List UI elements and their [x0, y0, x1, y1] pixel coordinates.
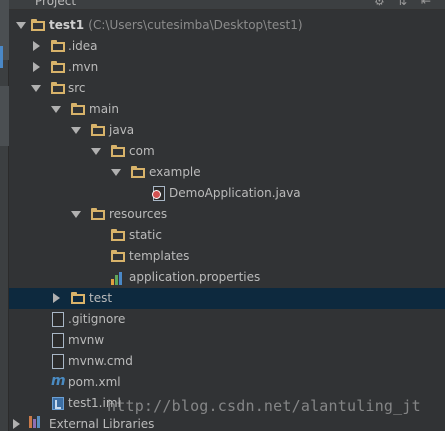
package-folder-icon [131, 166, 145, 178]
item-label: application.properties [129, 270, 261, 284]
collapse-arrow-icon[interactable] [33, 41, 40, 51]
text-file-icon [52, 333, 64, 348]
java-class-file-icon [152, 186, 165, 201]
tree-row-application-properties[interactable]: application.properties [9, 267, 445, 288]
folder-icon [51, 61, 65, 73]
expand-arrow-icon[interactable] [71, 211, 81, 218]
item-label: DemoApplication.java [169, 186, 301, 200]
tree-row-resources[interactable]: resources [9, 204, 445, 225]
tree-row-mvnw-cmd[interactable]: mvnw.cmd [9, 351, 445, 372]
tree-row-test[interactable]: test [9, 288, 445, 309]
tree-row-root[interactable]: test1 (C:\Users\cutesimba\Desktop\test1) [9, 15, 445, 36]
watermark-text: http://blog.csdn.net/alantuling_jt [107, 397, 421, 415]
properties-file-icon [111, 271, 125, 285]
expand-arrow-icon[interactable] [31, 85, 41, 92]
item-label: External Libraries [49, 417, 155, 431]
expand-arrow-icon[interactable] [16, 22, 26, 29]
tree-row-idea[interactable]: .idea [9, 36, 445, 57]
libraries-icon [29, 416, 43, 428]
panel-title[interactable]: Project [35, 0, 76, 8]
maven-icon: m [51, 373, 66, 389]
item-label: src [68, 81, 86, 95]
source-folder-icon [51, 82, 65, 94]
gear-settings-icon[interactable]: ⚙ [374, 0, 385, 8]
module-file-icon [52, 397, 64, 410]
item-label: resources [109, 207, 168, 221]
item-label: pom.xml [68, 375, 121, 389]
structure-tool-tab[interactable] [0, 86, 9, 146]
folder-icon [111, 229, 125, 241]
test-folder-icon [71, 292, 85, 304]
package-folder-icon [111, 145, 125, 157]
item-label: .idea [68, 39, 98, 53]
item-label: example [149, 165, 201, 179]
item-label: mvnw.cmd [68, 354, 133, 368]
tree-row-src[interactable]: src [9, 78, 445, 99]
tree-row-gitignore[interactable]: .gitignore [9, 309, 445, 330]
item-label: test [89, 291, 113, 305]
project-folder-icon [31, 19, 45, 31]
item-label: .mvn [68, 60, 99, 74]
tree-row-demoapplication[interactable]: DemoApplication.java [9, 183, 445, 204]
item-label: main [89, 102, 119, 116]
folder-icon [111, 250, 125, 262]
expand-arrow-icon[interactable] [71, 127, 81, 134]
expand-arrow-icon[interactable] [51, 106, 61, 113]
tree-row-mvn[interactable]: .mvn [9, 57, 445, 78]
item-label: com [129, 144, 155, 158]
root-label: test1 (C:\Users\cutesimba\Desktop\test1) [49, 18, 303, 32]
folder-icon [91, 124, 105, 136]
item-label: static [129, 228, 162, 242]
hide-icon[interactable]: ⇤ [421, 0, 431, 8]
text-file-icon [52, 354, 64, 369]
tree-row-main[interactable]: main [9, 99, 445, 120]
root-name: test1 [49, 18, 85, 32]
text-file-icon [52, 312, 64, 327]
root-path: (C:\Users\cutesimba\Desktop\test1) [88, 18, 303, 32]
item-label: .gitignore [68, 312, 126, 326]
folder-icon [51, 40, 65, 52]
tree-row-java[interactable]: java [9, 120, 445, 141]
resources-folder-icon [91, 208, 105, 220]
active-tab-marker [0, 46, 3, 68]
project-panel-header: Project ⚙ ⇅ ⇤ [9, 0, 445, 10]
tree-row-example[interactable]: example [9, 162, 445, 183]
expand-arrow-icon[interactable] [91, 148, 101, 155]
tree-row-static[interactable]: static [9, 225, 445, 246]
collapse-split-icon[interactable]: ⇅ [397, 0, 407, 8]
expand-arrow-icon[interactable] [111, 169, 121, 176]
item-label: templates [129, 249, 190, 263]
collapse-arrow-icon[interactable] [13, 419, 20, 429]
collapse-arrow-icon[interactable] [53, 293, 60, 303]
tree-row-com[interactable]: com [9, 141, 445, 162]
tree-row-templates[interactable]: templates [9, 246, 445, 267]
tree-row-external-libraries[interactable]: External Libraries [9, 414, 445, 431]
project-tree: test1 (C:\Users\cutesimba\Desktop\test1)… [9, 10, 445, 431]
tool-window-strip [0, 0, 9, 431]
tree-row-mvnw[interactable]: mvnw [9, 330, 445, 351]
item-label: mvnw [68, 333, 105, 347]
folder-icon [71, 103, 85, 115]
collapse-arrow-icon[interactable] [33, 62, 40, 72]
tree-row-pom[interactable]: m pom.xml [9, 372, 445, 393]
item-label: java [109, 123, 135, 137]
